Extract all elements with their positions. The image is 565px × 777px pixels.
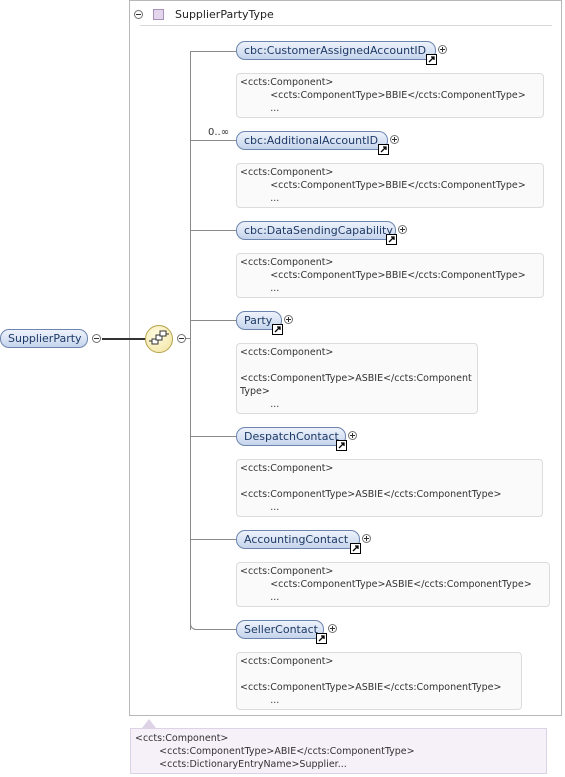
expand-icon[interactable] [390, 135, 399, 144]
connector-line [190, 539, 236, 540]
connector-line [190, 140, 236, 141]
connector-line [102, 338, 146, 340]
annotation-doc: <ccts:Component> <ccts:ComponentType>ASB… [236, 343, 478, 414]
complex-type-icon [153, 9, 164, 20]
expand-icon[interactable] [284, 315, 293, 324]
annotation-doc: <ccts:Component> <ccts:ComponentType>BBI… [236, 73, 544, 118]
callout-pointer [142, 719, 156, 728]
expand-icon[interactable] [398, 225, 407, 234]
root-element[interactable]: SupplierParty [0, 329, 88, 348]
element-data-sending-capability[interactable]: cbc:DataSendingCapability [236, 221, 396, 240]
annotation-doc: <ccts:Component> <ccts:ComponentType>BBI… [236, 253, 544, 298]
collapse-icon[interactable] [134, 10, 143, 19]
connector-line [190, 436, 236, 437]
connector-line [190, 230, 236, 231]
collapse-icon[interactable] [92, 334, 101, 343]
reference-arrow-icon [386, 234, 397, 245]
element-customer-assigned-account-id[interactable]: cbc:CustomerAssignedAccountID [236, 41, 436, 60]
header-divider [140, 25, 552, 26]
expand-icon[interactable] [362, 534, 371, 543]
annotation-doc: <ccts:Component> <ccts:ComponentType>ASB… [236, 652, 522, 710]
annotation-doc: <ccts:Component> <ccts:ComponentType>ASB… [236, 459, 543, 517]
reference-arrow-icon [272, 324, 283, 335]
type-annotation-doc: <ccts:Component> <ccts:ComponentType>ABI… [130, 728, 547, 774]
expand-icon[interactable] [438, 45, 447, 54]
annotation-doc: <ccts:Component> <ccts:ComponentType>ASB… [236, 562, 550, 607]
expand-icon[interactable] [328, 624, 337, 633]
complex-type-name: SupplierPartyType [175, 8, 274, 21]
reference-arrow-icon [316, 633, 327, 644]
element-despatch-contact[interactable]: DespatchContact [236, 427, 346, 446]
connector-line [186, 338, 191, 339]
sequence-compositor-icon[interactable] [145, 325, 173, 353]
annotation-doc: <ccts:Component> <ccts:ComponentType>BBI… [236, 163, 544, 208]
element-accounting-contact[interactable]: AccountingContact [236, 530, 360, 549]
connector-line [190, 51, 191, 63]
reference-arrow-icon [336, 440, 347, 451]
collapse-icon[interactable] [177, 334, 186, 343]
connector-line [190, 320, 236, 321]
sequence-spine [190, 62, 191, 630]
reference-arrow-icon [378, 144, 389, 155]
reference-arrow-icon [350, 543, 361, 554]
connector-line [190, 51, 236, 52]
connector-line [201, 629, 236, 630]
reference-arrow-icon [426, 54, 437, 65]
element-seller-contact[interactable]: SellerContact [236, 620, 324, 639]
expand-icon[interactable] [348, 431, 357, 440]
occurrence-label: 0..∞ [208, 127, 230, 138]
element-additional-account-id[interactable]: cbc:AdditionalAccountID [236, 131, 388, 150]
